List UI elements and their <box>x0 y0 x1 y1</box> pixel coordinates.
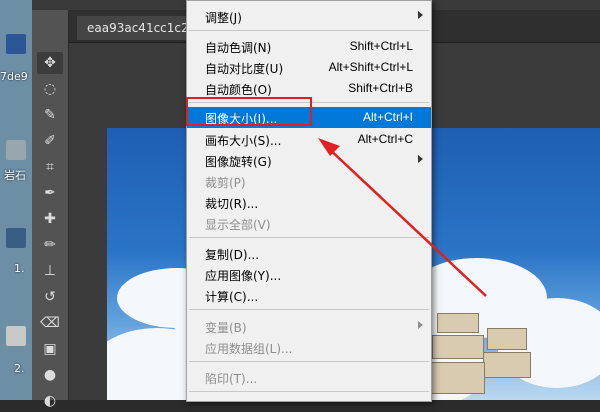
image-file-icon[interactable] <box>6 140 26 160</box>
eraser-tool-icon[interactable]: ⌫ <box>37 312 63 334</box>
dodge-tool-icon[interactable]: ◐ <box>37 390 63 412</box>
menu-separator <box>189 30 429 31</box>
menu-separator <box>189 361 429 362</box>
menu-item-trim[interactable]: 裁切(R)... <box>187 192 431 213</box>
menu-item-reveal-all: 显示全部(V) <box>205 218 271 232</box>
menu-item-image-rotation[interactable]: 图像旋转(G) <box>187 150 431 171</box>
tools-panel: ✥ ◌ ✎ ✐ ⌗ ✒ ✚ ✏ ⊥ ↺ ⌫ ▣ ● ◐ <box>32 10 69 409</box>
submenu-arrow-icon <box>418 11 423 19</box>
ship-sail <box>425 362 485 394</box>
crop-tool-icon[interactable]: ⌗ <box>37 156 63 178</box>
menu-item-auto-contrast[interactable]: 自动对比度(U) Alt+Shift+Ctrl+L <box>187 57 431 78</box>
healing-brush-tool-icon[interactable]: ✚ <box>37 208 63 230</box>
menu-item-apply-image[interactable]: 应用图像(Y)... <box>187 264 431 285</box>
menu-separator <box>189 309 429 310</box>
menu-item-duplicate[interactable]: 复制(D)... <box>187 243 431 264</box>
marquee-tool-icon[interactable]: ◌ <box>37 78 63 100</box>
menu-item-auto-color[interactable]: 自动颜色(O) Shift+Ctrl+B <box>187 78 431 99</box>
menu-item-canvas-size[interactable]: 画布大小(S)... Alt+Ctrl+C <box>187 129 431 150</box>
ship-sail <box>437 313 479 333</box>
eyedropper-tool-icon[interactable]: ✒ <box>37 182 63 204</box>
image-file-icon[interactable] <box>6 326 26 346</box>
ship-sail <box>432 335 484 359</box>
image-file-icon[interactable] <box>6 228 26 248</box>
ship-sail <box>487 328 527 350</box>
menu-item-variables: 变量(B) <box>187 316 431 337</box>
menu-item-trap: 陷印(T)... <box>205 372 258 386</box>
annotation-highlight-box <box>186 97 312 126</box>
desktop-label-4: 2. <box>14 362 25 375</box>
word-document-icon[interactable] <box>6 34 26 54</box>
submenu-arrow-icon <box>418 321 423 329</box>
desktop-label-2: 岩石 <box>4 169 26 182</box>
gradient-tool-icon[interactable]: ▣ <box>37 338 63 360</box>
menu-item-adjustments[interactable]: 调整(J) <box>187 6 431 27</box>
menu-item-auto-tone[interactable]: 自动色调(N) Shift+Ctrl+L <box>187 36 431 57</box>
spot-heal-tool-icon[interactable]: ✐ <box>37 130 63 152</box>
menu-separator <box>189 237 429 238</box>
desktop-label-3: 1. <box>14 262 25 275</box>
desktop-label-1: 7de9 <box>0 70 28 83</box>
quick-selection-tool-icon[interactable]: ✎ <box>37 104 63 126</box>
submenu-arrow-icon <box>418 155 423 163</box>
clone-stamp-tool-icon[interactable]: ⊥ <box>37 260 63 282</box>
menu-item-crop: 裁剪(P) <box>205 176 246 190</box>
image-menu: 调整(J) 自动色调(N) Shift+Ctrl+L 自动对比度(U) Alt+… <box>186 0 432 402</box>
move-tool-icon[interactable]: ✥ <box>37 52 63 74</box>
menu-item-calculations[interactable]: 计算(C)... <box>187 285 431 306</box>
brush-tool-icon[interactable]: ✏ <box>37 234 63 256</box>
history-brush-tool-icon[interactable]: ↺ <box>37 286 63 308</box>
blur-tool-icon[interactable]: ● <box>37 364 63 386</box>
desktop-background: 7de9 岩石 1. 2. <box>0 0 32 400</box>
menu-item-apply-data-set: 应用数据组(L)... <box>205 342 293 356</box>
ship-sail <box>483 352 531 378</box>
menu-separator <box>189 391 429 392</box>
